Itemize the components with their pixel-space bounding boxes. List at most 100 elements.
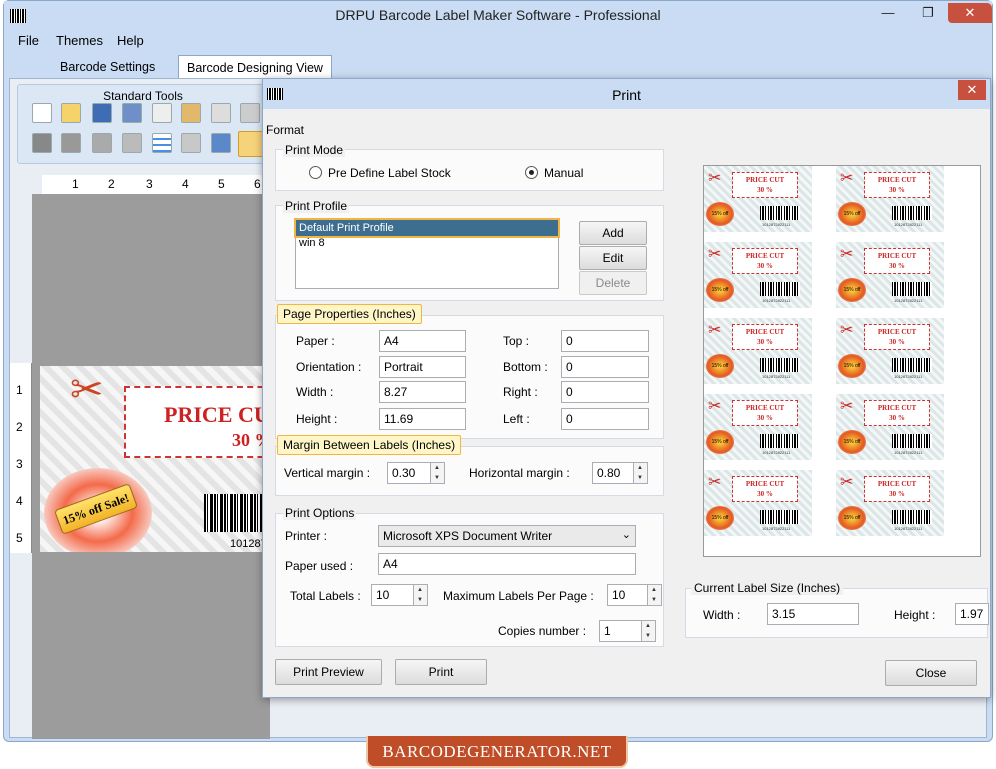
preview-price-text: PRICE CUT <box>745 480 785 488</box>
delete-profile-button[interactable]: Delete <box>579 271 647 295</box>
preview-percent-text: 30 % <box>889 262 905 270</box>
right-label: Right : <box>503 385 538 399</box>
height-field[interactable]: 11.69 <box>379 408 466 430</box>
preview-barcode-number: 1012872822111 <box>762 374 791 379</box>
bottom-field[interactable]: 0 <box>561 356 649 378</box>
menu-themes[interactable]: Themes <box>56 33 103 48</box>
send-back-icon[interactable] <box>61 133 81 153</box>
printer-select[interactable]: Microsoft XPS Document Writer ⌄ <box>378 525 636 547</box>
spinner-icon[interactable] <box>430 463 444 483</box>
preview-badge-text: 15% off Sale! <box>843 211 861 217</box>
preview-percent-text: 30 % <box>889 414 905 422</box>
edit-profile-button[interactable]: Edit <box>579 246 647 270</box>
preview-label: ✂ PRICE CUT 30 % 15% off Sale! 1012872822111 <box>704 166 812 232</box>
print-preview-button[interactable]: Print Preview <box>275 659 382 685</box>
horizontal-margin-field[interactable]: 0.80 <box>592 462 648 484</box>
print-icon[interactable] <box>238 131 264 157</box>
close-window-button[interactable]: ✕ <box>948 3 992 23</box>
left-field[interactable]: 0 <box>561 408 649 430</box>
print-dialog-close-button[interactable]: ✕ <box>958 80 986 100</box>
ruler-tick: 3 <box>146 177 153 191</box>
preview-price-text: PRICE CUT <box>877 480 917 488</box>
preview-coupon: PRICE CUT 30 % <box>864 248 930 274</box>
image-icon[interactable] <box>211 133 231 153</box>
preview-barcode-number: 1012872822111 <box>894 374 923 379</box>
coupon-box: PRICE CU 30 % <box>124 386 272 458</box>
copy-icon[interactable] <box>152 103 172 123</box>
preview-badge-text: 15% off Sale! <box>843 515 861 521</box>
chevron-down-icon: ⌄ <box>621 529 631 541</box>
spinner-icon[interactable] <box>647 585 661 605</box>
add-profile-button[interactable]: Add <box>579 221 647 245</box>
preview-barcode <box>892 206 932 220</box>
margin-title: Margin Between Labels (Inches) <box>277 435 462 455</box>
unlock-icon[interactable] <box>122 133 142 153</box>
spinner-icon[interactable] <box>633 463 647 483</box>
preview-price-text: PRICE CUT <box>877 328 917 336</box>
print-button[interactable]: Print <box>395 659 487 685</box>
preview-badge-text: 15% off Sale! <box>711 515 729 521</box>
database-icon[interactable] <box>181 133 201 153</box>
preview-barcode <box>760 206 800 220</box>
ruler-tick: 4 <box>16 494 23 508</box>
profile-item-selected[interactable]: Default Print Profile <box>294 218 560 238</box>
current-label-size-title: Current Label Size (Inches) <box>691 581 844 595</box>
top-field[interactable]: 0 <box>561 330 649 352</box>
grid-icon[interactable] <box>152 133 172 153</box>
new-file-icon[interactable] <box>32 103 52 123</box>
label-design[interactable]: ✂ PRICE CU 30 % 15% off Sale! 101287 <box>40 366 272 552</box>
label-height-field[interactable]: 1.97 <box>955 603 989 625</box>
minimize-button[interactable]: — <box>874 3 902 23</box>
bring-front-icon[interactable] <box>32 133 52 153</box>
menu-file[interactable]: File <box>18 33 39 48</box>
width-field[interactable]: 8.27 <box>379 381 466 403</box>
watermark-text: BARCODEGENERATOR.NET <box>382 742 612 761</box>
open-folder-icon[interactable] <box>61 103 81 123</box>
radio-manual[interactable] <box>525 166 538 179</box>
printer-label: Printer : <box>285 529 328 543</box>
preview-sale-badge: 15% off Sale! <box>706 278 734 302</box>
preview-barcode-number: 1012872822111 <box>762 298 791 303</box>
left-label: Left : <box>503 412 530 426</box>
tab-barcode-settings[interactable]: Barcode Settings <box>52 55 163 79</box>
copies-field[interactable]: 1 <box>599 620 656 642</box>
orientation-field[interactable]: Portrait <box>379 356 466 378</box>
preview-barcode-number: 1012872822111 <box>762 526 791 531</box>
preview-coupon: PRICE CUT 30 % <box>732 476 798 502</box>
vertical-margin-field[interactable]: 0.30 <box>387 462 445 484</box>
preview-sale-badge: 15% off Sale! <box>838 278 866 302</box>
preview-sale-badge: 15% off Sale! <box>706 354 734 378</box>
radio-predefine-stock[interactable] <box>309 166 322 179</box>
profile-list[interactable]: Default Print Profile win 8 <box>294 218 560 289</box>
preview-barcode <box>892 510 932 524</box>
lock-icon[interactable] <box>92 133 112 153</box>
cut-icon[interactable] <box>211 103 231 123</box>
close-button[interactable]: Close <box>885 660 977 686</box>
title-bar: DRPU Barcode Label Maker Software - Prof… <box>4 1 992 29</box>
spinner-icon[interactable] <box>413 585 427 605</box>
print-dialog-title: Print <box>612 87 641 103</box>
print-options-title: Print Options <box>283 506 357 520</box>
label-width-field[interactable]: 3.15 <box>767 603 859 625</box>
total-labels-field[interactable]: 10 <box>371 584 428 606</box>
vertical-ruler: 1 2 3 4 5 <box>10 363 32 553</box>
right-field[interactable]: 0 <box>561 381 649 403</box>
save-icon[interactable] <box>92 103 112 123</box>
max-labels-field[interactable]: 10 <box>607 584 662 606</box>
paper-used-field[interactable]: A4 <box>378 553 636 575</box>
preview-barcode-number: 1012872822111 <box>894 450 923 455</box>
preview-price-text: PRICE CUT <box>877 176 917 184</box>
spinner-icon[interactable] <box>641 621 655 641</box>
price-cut-text: PRICE CU <box>164 402 270 427</box>
bottom-label: Bottom : <box>503 360 548 374</box>
menu-help[interactable]: Help <box>117 33 144 48</box>
profile-item[interactable]: win 8 <box>299 237 325 249</box>
save-as-icon[interactable] <box>122 103 142 123</box>
preview-price-text: PRICE CUT <box>745 252 785 260</box>
tab-barcode-designing-view[interactable]: Barcode Designing View <box>178 55 332 79</box>
maximize-button[interactable]: ❐ <box>914 3 942 23</box>
paste-icon[interactable] <box>181 103 201 123</box>
delete-icon[interactable] <box>240 103 260 123</box>
paper-field[interactable]: A4 <box>379 330 466 352</box>
scissors-icon: ✂ <box>708 398 722 415</box>
